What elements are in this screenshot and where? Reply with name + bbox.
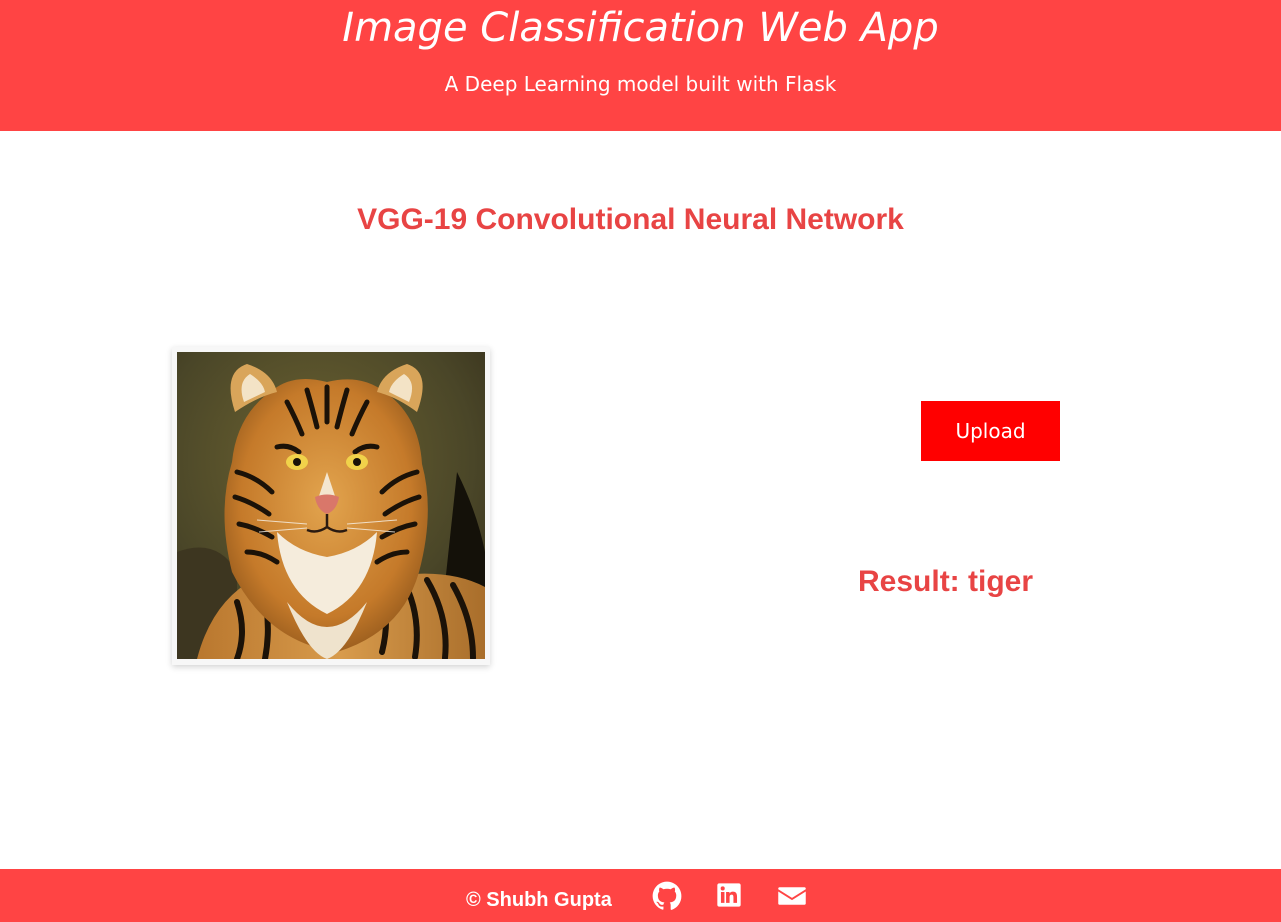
app-subtitle: A Deep Learning model built with Flask [444,72,837,96]
footer-copyright: © Shubh Gupta [466,889,612,911]
app-footer: © Shubh Gupta [0,869,1281,922]
upload-button[interactable]: Upload [921,401,1060,461]
linkedin-icon[interactable] [715,881,745,911]
uploaded-image-card [172,347,490,665]
email-icon[interactable] [777,881,807,911]
model-heading: VGG-19 Convolutional Neural Network [357,203,904,236]
github-icon[interactable] [652,881,682,911]
tiger-image [177,352,485,659]
app-header: Image Classification Web App A Deep Lear… [0,0,1281,131]
result-label: Result: tiger [858,565,1034,598]
tiger-image-illustration [177,352,485,659]
app-title: Image Classification Web App [342,5,939,51]
